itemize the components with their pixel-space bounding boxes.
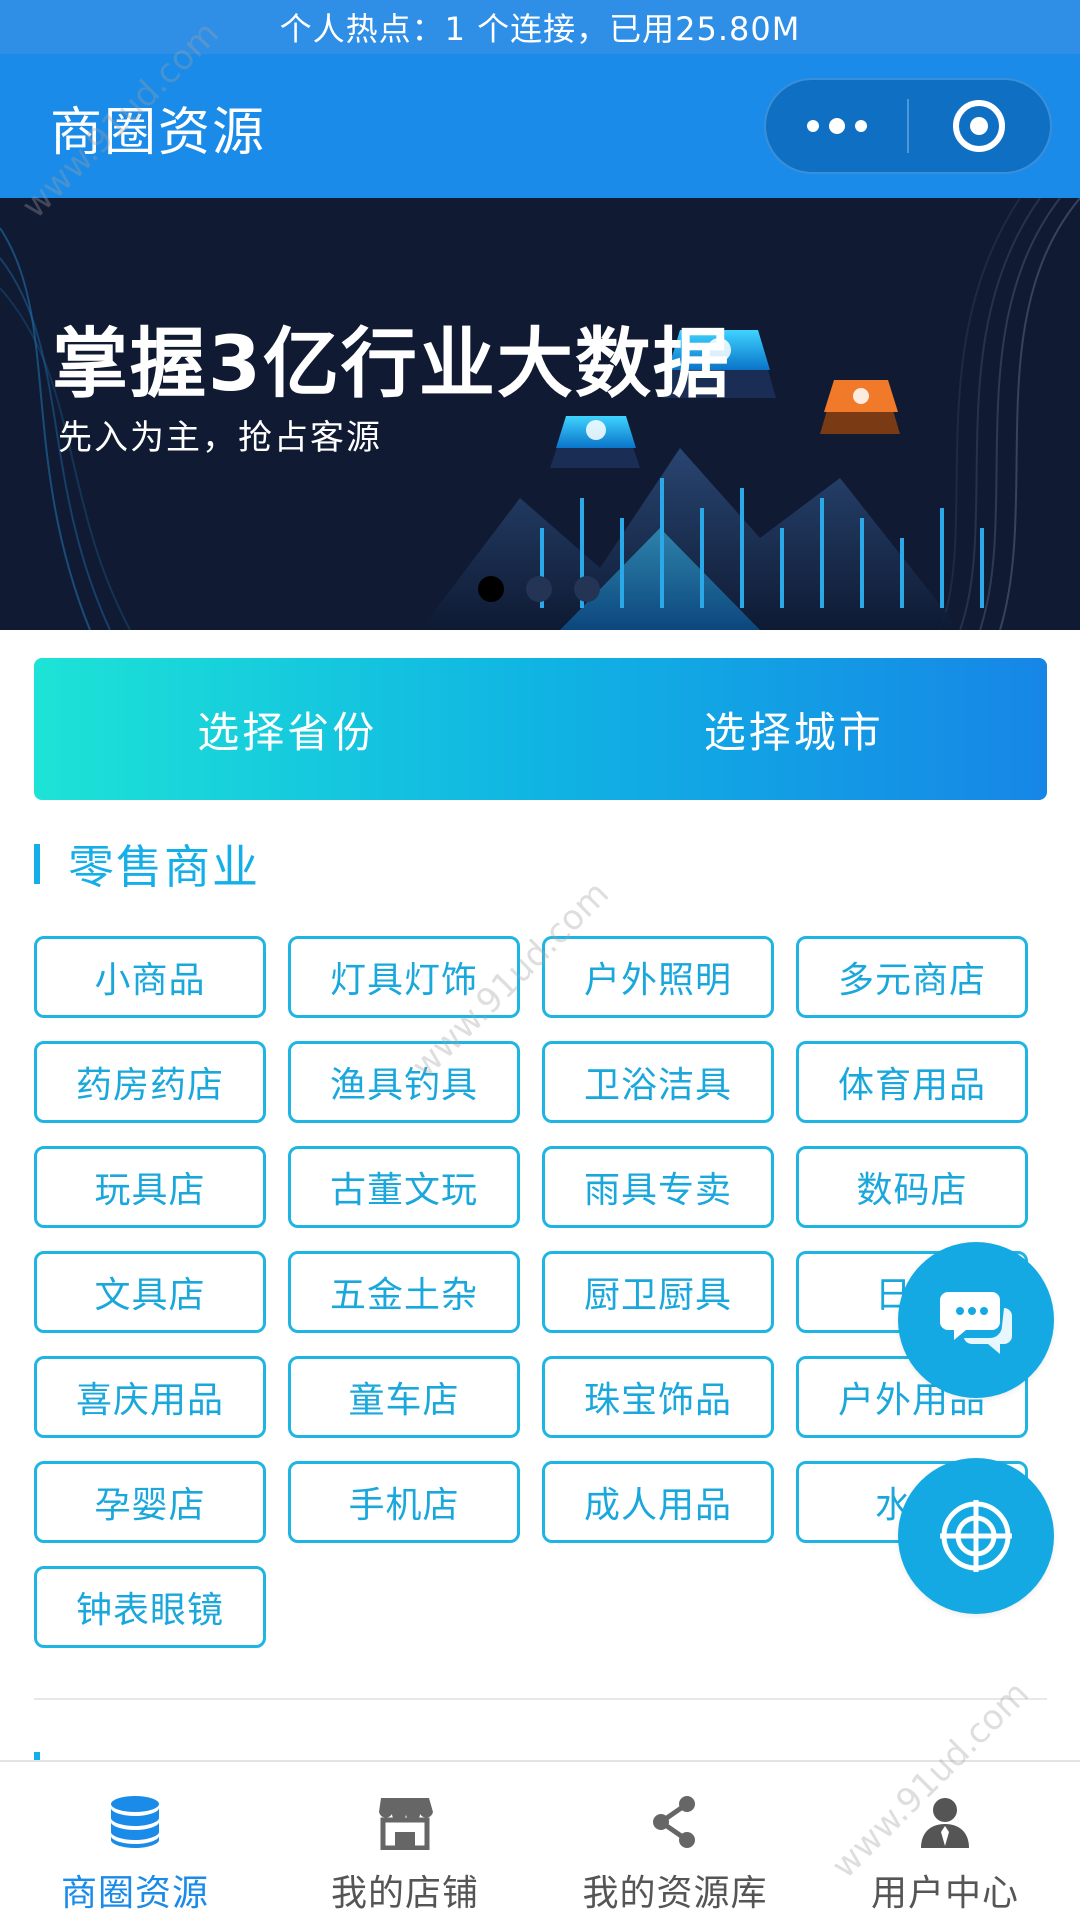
radar-target-icon bbox=[940, 1500, 1012, 1572]
category-button[interactable]: 药房药店 bbox=[34, 1041, 266, 1123]
category-button[interactable]: 小商品 bbox=[34, 936, 266, 1018]
category-button[interactable]: 渔具钓具 bbox=[288, 1041, 520, 1123]
category-button[interactable]: 手机店 bbox=[288, 1461, 520, 1543]
section-title: 零售商业 bbox=[68, 840, 260, 894]
database-icon bbox=[111, 1796, 159, 1848]
status-text: 个人热点：1 个连接，已用25.80M bbox=[279, 10, 801, 48]
carousel-dot[interactable] bbox=[526, 576, 552, 602]
category-button[interactable]: 古董文玩 bbox=[288, 1146, 520, 1228]
tab-label: 我的资源库 bbox=[582, 1873, 768, 1914]
share-icon bbox=[653, 1796, 695, 1848]
category-button[interactable]: 成人用品 bbox=[542, 1461, 774, 1543]
tab-my-resource-library[interactable]: 我的资源库 bbox=[540, 1762, 810, 1920]
close-button[interactable] bbox=[909, 78, 1050, 174]
store-icon bbox=[379, 1798, 433, 1850]
tab-bar: 商圈资源 我的店铺 我的资源库 用户中心 bbox=[0, 1760, 1080, 1920]
category-button[interactable]: 多元商店 bbox=[796, 936, 1028, 1018]
mini-program-capsule bbox=[764, 78, 1052, 174]
tab-label: 我的店铺 bbox=[330, 1873, 479, 1914]
category-button[interactable]: 文具店 bbox=[34, 1251, 266, 1333]
user-icon bbox=[921, 1798, 969, 1848]
chat-bubbles-icon bbox=[940, 1292, 1012, 1354]
category-button[interactable]: 卫浴洁具 bbox=[542, 1041, 774, 1123]
tab-label: 用户中心 bbox=[870, 1873, 1019, 1914]
category-button[interactable]: 雨具专卖 bbox=[542, 1146, 774, 1228]
category-button[interactable]: 五金土杂 bbox=[288, 1251, 520, 1333]
target-circle-icon bbox=[953, 100, 1006, 152]
category-button[interactable]: 孕婴店 bbox=[34, 1461, 266, 1543]
region-selector: 选择省份 选择城市 bbox=[34, 658, 1047, 800]
section-heading: 零售商业 bbox=[34, 840, 260, 894]
banner-subtitle: 先入为主，抢占客源 bbox=[58, 418, 382, 458]
select-city-button[interactable]: 选择城市 bbox=[541, 658, 1048, 800]
tab-user-center[interactable]: 用户中心 bbox=[810, 1762, 1080, 1920]
more-button[interactable] bbox=[766, 78, 907, 174]
category-button[interactable]: 体育用品 bbox=[796, 1041, 1028, 1123]
category-button[interactable]: 玩具店 bbox=[34, 1146, 266, 1228]
category-button[interactable]: 珠宝饰品 bbox=[542, 1356, 774, 1438]
category-button[interactable]: 灯具灯饰 bbox=[288, 936, 520, 1018]
category-button[interactable]: 喜庆用品 bbox=[34, 1356, 266, 1438]
banner-title: 掌握3亿行业大数据 bbox=[52, 319, 731, 408]
tab-label: 商圈资源 bbox=[60, 1873, 209, 1914]
more-dots-icon bbox=[806, 118, 867, 134]
category-button[interactable]: 童车店 bbox=[288, 1356, 520, 1438]
tab-business-resources[interactable]: 商圈资源 bbox=[0, 1762, 270, 1920]
tab-my-store[interactable]: 我的店铺 bbox=[270, 1762, 540, 1920]
page-title: 商圈资源 bbox=[50, 103, 267, 163]
chat-fab[interactable] bbox=[898, 1242, 1054, 1398]
carousel-indicators bbox=[478, 576, 600, 602]
carousel-dot[interactable] bbox=[574, 576, 600, 602]
category-button[interactable]: 户外照明 bbox=[542, 936, 774, 1018]
carousel-dot[interactable] bbox=[478, 576, 504, 602]
radar-fab[interactable] bbox=[898, 1458, 1054, 1614]
category-button[interactable]: 厨卫厨具 bbox=[542, 1251, 774, 1333]
banner-carousel[interactable]: 掌握3亿行业大数据 先入为主，抢占客源 bbox=[0, 198, 1080, 630]
status-bar: 个人热点：1 个连接，已用25.80M bbox=[0, 0, 1080, 54]
category-button[interactable]: 钟表眼镜 bbox=[34, 1566, 266, 1648]
category-button[interactable]: 数码店 bbox=[796, 1146, 1028, 1228]
select-province-button[interactable]: 选择省份 bbox=[34, 658, 541, 800]
nav-bar: 商圈资源 bbox=[0, 54, 1080, 198]
section-accent-bar bbox=[34, 844, 40, 884]
section-divider bbox=[34, 1698, 1047, 1700]
